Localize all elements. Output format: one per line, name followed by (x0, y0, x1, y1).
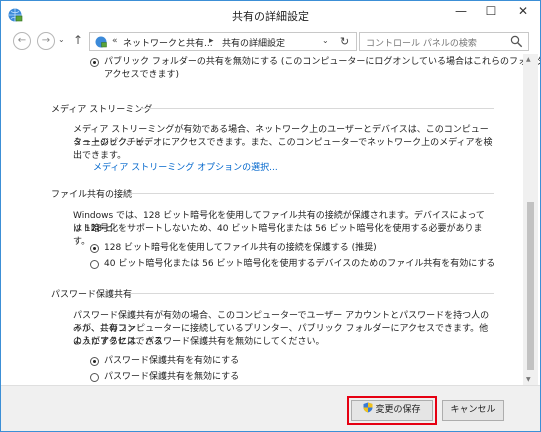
address-bar[interactable]: « ネットワークと共有... ▸ 共有の詳細設定 ⌄ ↻ (89, 32, 357, 51)
section-divider (129, 193, 494, 194)
advanced-sharing-window: 共有の詳細設定 — ☐ ✕ ← → ⌄ ↑ « ネットワークと共有... ▸ 共… (0, 0, 541, 432)
forward-button[interactable]: → (37, 32, 55, 50)
save-changes-label: 変更の保存 (375, 405, 421, 415)
file-sharing-heading: ファイル共有の接続 (51, 190, 133, 200)
option-label: パスワード保護共有を無効にする (104, 372, 240, 382)
radio-button[interactable] (90, 260, 99, 269)
option-label: 128 ビット暗号化を使用してファイル共有の接続を保護する (推奨) (104, 243, 377, 253)
radio-button[interactable] (90, 58, 99, 67)
media-streaming-heading: メディア ストリーミング (51, 105, 153, 115)
radio-button[interactable] (90, 244, 99, 253)
password-sharing-desc-3: ようにするには、パスワード保護共有を無効にしてください。 (73, 337, 325, 347)
search-placeholder: コントロール パネルの検索 (366, 39, 477, 49)
maximize-button[interactable]: ☐ (477, 1, 505, 23)
password-sharing-heading: パスワード保護共有 (51, 290, 133, 300)
option-label-continued: アクセスできます) (104, 70, 180, 80)
option-label: パブリック フォルダーの共有を無効にする (このコンピューターにログオンしている… (104, 57, 540, 67)
up-button[interactable]: ↑ (73, 33, 83, 47)
title-bar: 共有の詳細設定 — ☐ ✕ (1, 1, 540, 29)
radio-button[interactable] (90, 373, 99, 382)
breadcrumb-advanced-sharing[interactable]: 共有の詳細設定 (222, 36, 285, 49)
refresh-button[interactable]: ↻ (340, 35, 349, 48)
breadcrumb-overflow[interactable]: « (112, 36, 118, 46)
close-button[interactable]: ✕ (506, 1, 540, 23)
address-dropdown[interactable]: ⌄ (322, 36, 329, 45)
vertical-scrollbar[interactable]: ▲ ▼ (523, 54, 538, 385)
radio-button[interactable] (90, 357, 99, 366)
media-streaming-options-link[interactable]: メディア ストリーミング オプションの選択... (93, 160, 278, 173)
settings-content: パブリック フォルダーの共有を無効にする (このコンピューターにログオンしている… (1, 54, 540, 385)
section-divider (129, 293, 494, 294)
minimize-button[interactable]: — (447, 1, 475, 23)
cancel-button[interactable]: キャンセル (442, 400, 504, 421)
breadcrumb-network-sharing[interactable]: ネットワークと共有... (123, 36, 213, 49)
recent-locations-dropdown[interactable]: ⌄ (58, 35, 65, 44)
back-button[interactable]: ← (13, 32, 31, 50)
dialog-footer: 変更の保存 キャンセル (1, 385, 540, 431)
breadcrumb-separator[interactable]: ▸ (209, 36, 214, 46)
scroll-thumb[interactable] (527, 202, 534, 370)
option-label: パスワード保護共有を有効にする (104, 356, 240, 366)
save-changes-button[interactable]: 変更の保存 (351, 400, 433, 421)
navigation-bar: ← → ⌄ ↑ « ネットワークと共有... ▸ 共有の詳細設定 ⌄ ↻ コント… (1, 29, 540, 53)
uac-shield-icon (363, 402, 373, 413)
control-panel-icon (95, 36, 107, 48)
section-divider (141, 108, 494, 109)
search-input[interactable]: コントロール パネルの検索 (359, 32, 529, 51)
option-label: 40 ビット暗号化または 56 ビット暗号化を使用するデバイスのためのファイル共… (104, 259, 496, 269)
scroll-up-arrow-icon[interactable]: ▲ (526, 56, 531, 63)
search-icon (510, 35, 523, 48)
scroll-down-arrow-icon[interactable]: ▼ (526, 376, 531, 383)
